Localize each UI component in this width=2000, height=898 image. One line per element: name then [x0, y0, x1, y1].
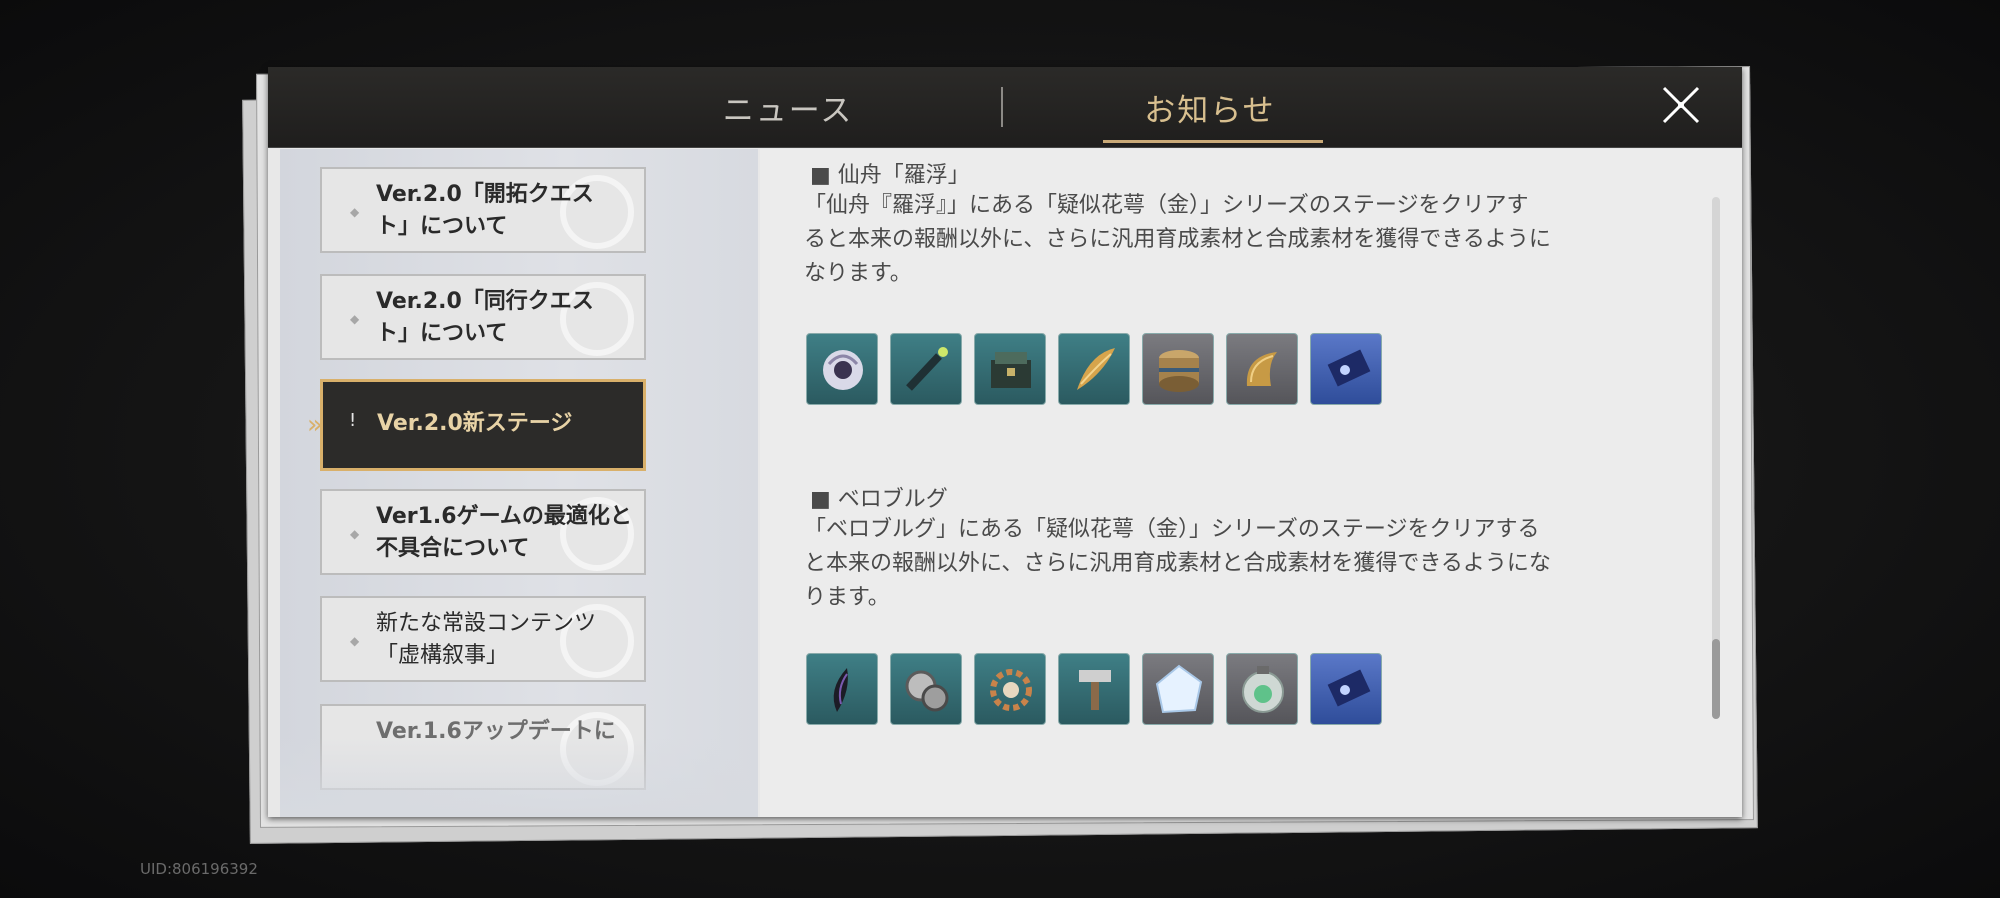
tab-selected-underline [1103, 140, 1323, 143]
section-title: ■ 仙舟「羅浮」 [810, 163, 970, 188]
list-fade [280, 737, 758, 817]
selected-arrow-icon: » [307, 410, 323, 440]
list-item-label-line: 不具合について [376, 536, 530, 561]
swirl-orb-icon[interactable] [806, 333, 878, 405]
list-item-label-line: 新たな常設コンテンツ [376, 611, 597, 636]
body-line: なります。 [804, 261, 912, 286]
panel-header: ニュース お知らせ [268, 67, 1742, 148]
tab-news[interactable]: ニュース [688, 85, 888, 129]
reward-items-row [806, 333, 1394, 405]
list-item-optimization[interactable]: ◆ Ver1.6ゲームの最適化と 不具合について [320, 489, 646, 575]
list-item-pioneer-quest[interactable]: ◆ Ver.2.0「開拓クエス ト」について [320, 167, 646, 253]
list-item-new-content[interactable]: ◆ 新たな常設コンテンツ 「虚構叙事」 [320, 596, 646, 682]
cylinder-relic-icon[interactable] [1142, 333, 1214, 405]
green-orb-icon[interactable] [1226, 653, 1298, 725]
diamond-icon: ◆ [350, 312, 360, 326]
section-body: 「ベロブルグ」にある「疑似花萼（金）」シリーズのステージをクリアする と本来の報… [804, 513, 1654, 615]
section-title: ■ ベロブルグ [810, 487, 948, 512]
list-item-label-line: Ver1.6ゲームの最適化と [376, 504, 632, 529]
reward-items-row [806, 653, 1394, 725]
blue-card-icon[interactable] [1310, 333, 1382, 405]
list-item-companion-quest[interactable]: ◆ Ver.2.0「同行クエス ト」について [320, 274, 646, 360]
scrollbar-thumb[interactable] [1712, 639, 1720, 719]
tab-divider [1001, 87, 1003, 127]
section-body: 「仙舟『羅浮』」にある「疑似花萼（金）」シリーズのステージをクリアす ると本来の… [804, 189, 1654, 291]
close-icon [1662, 86, 1700, 124]
coins-icon[interactable] [890, 653, 962, 725]
notice-content[interactable]: ■ 仙舟「羅浮」 「仙舟『羅浮』」にある「疑似花萼（金）」シリーズのステージをク… [760, 149, 1742, 817]
list-item-label: Ver.2.0新ステージ [377, 411, 573, 436]
chest-icon[interactable] [974, 333, 1046, 405]
list-item-label-line: ト」について [376, 214, 508, 239]
notice-panel: ニュース お知らせ ◆ Ver.2.0「開拓クエス ト」について ◆ Ver.2… [268, 67, 1742, 817]
ice-crystal-icon[interactable] [1142, 653, 1214, 725]
body-line: と本来の報酬以外に、さらに汎用育成素材と合成素材を獲得できるようにな [804, 551, 1551, 576]
body-line: 「ベロブルグ」にある「疑似花萼（金）」シリーズのステージをクリアする [804, 517, 1540, 542]
list-item-label-line: 「虚構叙事」 [376, 643, 509, 668]
list-item-label: Ver1.6ゲームの最適化と 不具合について [376, 501, 636, 565]
list-item-new-stages[interactable]: » ! Ver.2.0新ステージ [307, 379, 646, 471]
body-line: ります。 [804, 585, 890, 610]
diamond-icon: ◆ [350, 527, 360, 541]
diamond-icon: ◆ [350, 634, 360, 648]
dark-feather-icon[interactable] [806, 653, 878, 725]
tab-notices[interactable]: お知らせ [1100, 85, 1320, 129]
list-item-label-line: Ver.2.0「同行クエス [376, 289, 594, 314]
list-item-label-line: Ver.2.0「開拓クエス [376, 182, 594, 207]
alert-badge: ! [349, 410, 357, 431]
uid-label: UID:806196392 [140, 860, 258, 878]
diamond-icon: ◆ [350, 205, 360, 219]
hammer-icon[interactable] [1058, 653, 1130, 725]
list-item-label: Ver.2.0「開拓クエス ト」について [376, 179, 636, 243]
body-line: ると本来の報酬以外に、さらに汎用育成素材と合成素材を獲得できるように [804, 227, 1551, 252]
golden-horn-icon[interactable] [1226, 333, 1298, 405]
blue-card-icon[interactable] [1310, 653, 1382, 725]
gear-icon[interactable] [974, 653, 1046, 725]
bone-staff-icon[interactable] [890, 333, 962, 405]
close-button[interactable] [1658, 82, 1704, 128]
body-line: 「仙舟『羅浮』」にある「疑似花萼（金）」シリーズのステージをクリアす [804, 193, 1529, 218]
golden-leaf-icon[interactable] [1058, 333, 1130, 405]
list-item-label: 新たな常設コンテンツ 「虚構叙事」 [376, 608, 636, 672]
notice-list[interactable]: ◆ Ver.2.0「開拓クエス ト」について ◆ Ver.2.0「同行クエス ト… [280, 149, 758, 817]
list-item-label-line: ト」について [376, 321, 508, 346]
list-item-label: Ver.2.0「同行クエス ト」について [376, 286, 636, 350]
